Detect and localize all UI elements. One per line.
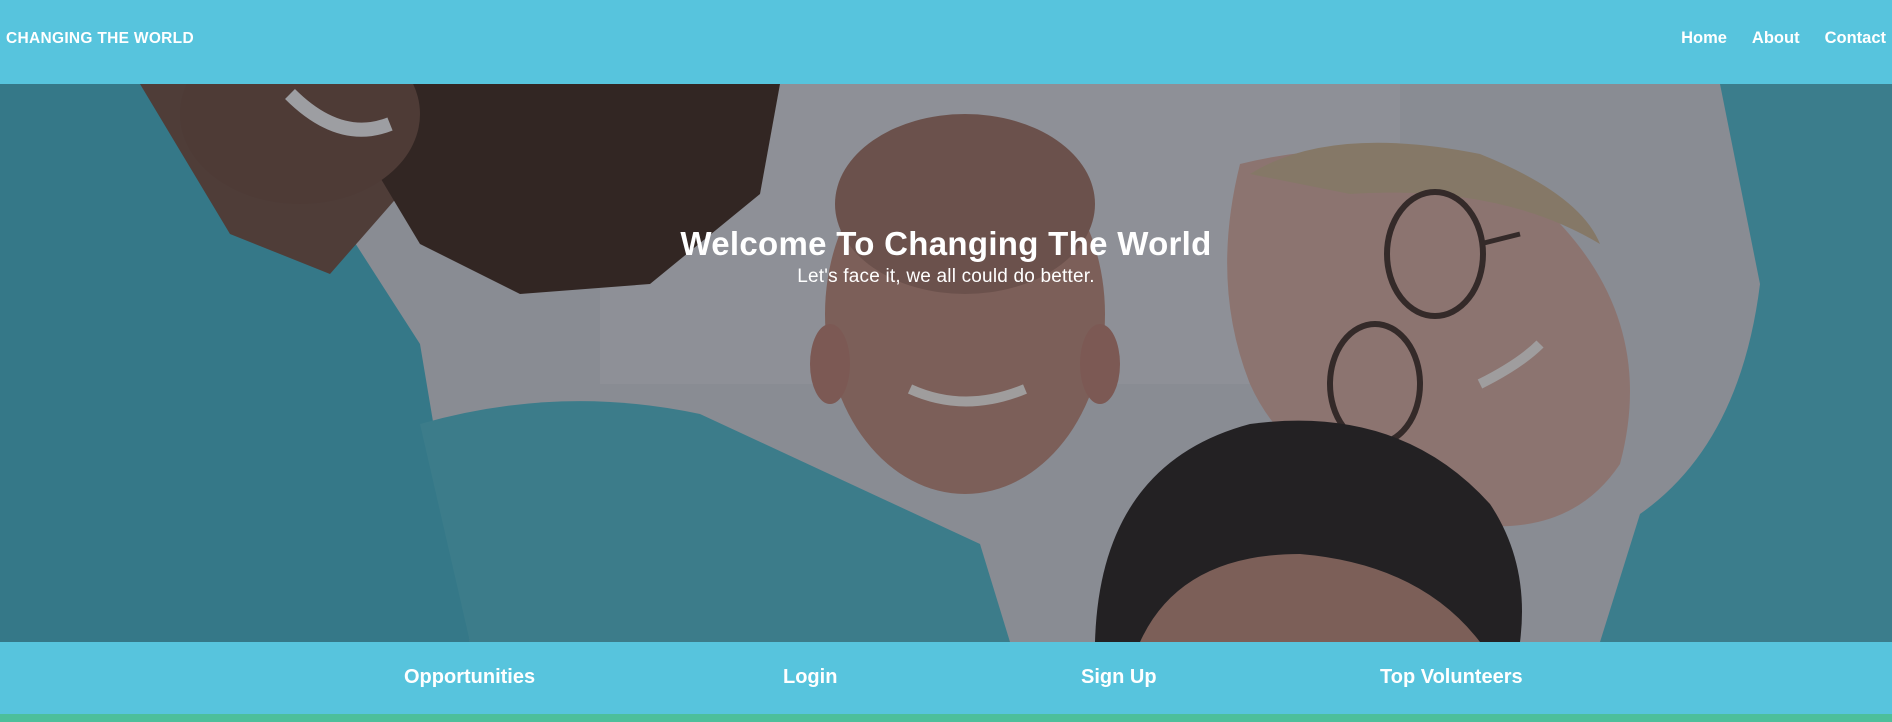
nav-contact-link[interactable]: Contact	[1825, 29, 1886, 48]
nav-home-link[interactable]: Home	[1681, 29, 1727, 48]
hero-title: Welcome To Changing The World	[680, 225, 1212, 262]
nav-top-volunteers-link[interactable]: Top Volunteers	[1380, 666, 1523, 689]
nav-signup-link[interactable]: Sign Up	[1081, 666, 1157, 689]
nav-login-link[interactable]: Login	[783, 666, 837, 689]
accent-strip	[0, 714, 1892, 722]
nav-opportunities-link[interactable]: Opportunities	[404, 666, 535, 689]
secondary-nav: Opportunities Login Sign Up Top Voluntee…	[0, 642, 1892, 714]
hero-subtitle: Let's face it, we all could do better.	[797, 266, 1095, 288]
hero-overlay	[0, 84, 1892, 642]
main-nav: Home About Contact	[1681, 29, 1886, 48]
nav-about-link[interactable]: About	[1752, 29, 1800, 48]
top-navbar: CHANGING THE WORLD Home About Contact	[0, 0, 1892, 84]
hero-section: Welcome To Changing The World Let's face…	[0, 84, 1892, 642]
brand-logo-link[interactable]: CHANGING THE WORLD	[6, 30, 194, 48]
hero-text-block: Welcome To Changing The World Let's face…	[0, 225, 1892, 288]
